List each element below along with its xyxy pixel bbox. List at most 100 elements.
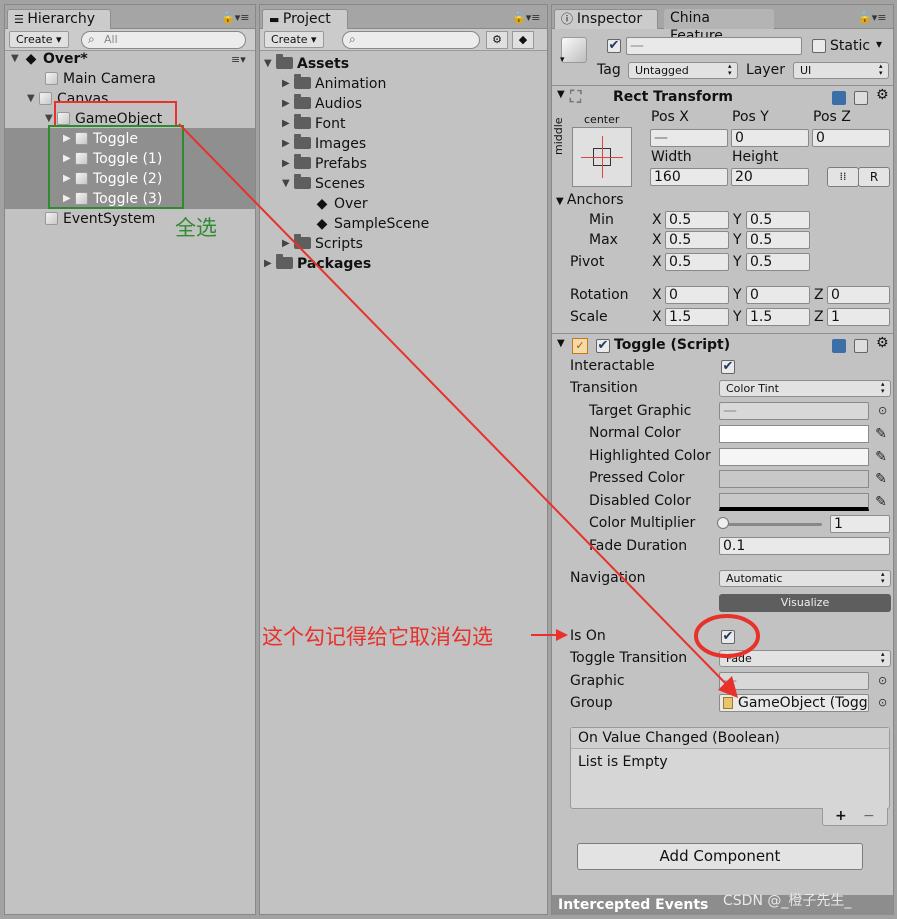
- width-field[interactable]: 160: [650, 168, 728, 186]
- project-item-samplescene[interactable]: ◆ SampleScene: [314, 214, 430, 234]
- active-checkbox[interactable]: ✔: [607, 39, 621, 53]
- tab-project[interactable]: ▬ Project: [262, 9, 348, 29]
- expand-arrow-icon[interactable]: ▶: [264, 254, 276, 274]
- fade-duration-field[interactable]: 0.1: [719, 537, 890, 555]
- project-item-assets[interactable]: ▼ Assets: [264, 54, 349, 74]
- expand-arrow-icon[interactable]: ▼: [264, 54, 276, 74]
- expand-arrow-icon[interactable]: ▼: [282, 174, 294, 194]
- project-item-audios[interactable]: ▶ Audios: [282, 94, 362, 114]
- project-create-button[interactable]: Create ▾: [264, 31, 324, 48]
- group-field[interactable]: GameObject (Togg: [719, 694, 869, 712]
- lock-menu-icon[interactable]: 🔒▾≡: [512, 11, 540, 24]
- add-component-button[interactable]: Add Component: [577, 843, 863, 870]
- project-item-over[interactable]: ◆ Over: [314, 194, 368, 214]
- object-picker-icon[interactable]: ⊙: [878, 696, 887, 709]
- min-x-field[interactable]: 0.5: [665, 211, 729, 229]
- visualize-button[interactable]: Visualize: [719, 594, 891, 612]
- rotation-x-field[interactable]: 0: [665, 286, 729, 304]
- normal-color-swatch[interactable]: [719, 425, 869, 443]
- pivot-x-field[interactable]: 0.5: [665, 253, 729, 271]
- scale-x-field[interactable]: 1.5: [665, 308, 729, 326]
- pressed-color-swatch[interactable]: [719, 470, 869, 488]
- graphic-field[interactable]: —: [719, 672, 869, 690]
- project-item-prefabs[interactable]: ▶ Prefabs: [282, 154, 367, 174]
- project-item-scenes[interactable]: ▼ Scenes: [282, 174, 365, 194]
- project-item-animation[interactable]: ▶ Animation: [282, 74, 386, 94]
- project-item-scripts[interactable]: ▶ Scripts: [282, 234, 363, 254]
- scene-menu-icon[interactable]: ≡▾: [231, 53, 246, 66]
- blueprint-mode-button[interactable]: ⁞⁞: [827, 167, 859, 187]
- toggle-enabled-checkbox[interactable]: ✔: [596, 339, 610, 353]
- color-multiplier-field[interactable]: 1: [830, 515, 890, 533]
- preset-icon[interactable]: [854, 339, 868, 353]
- rotation-y-field[interactable]: 0: [746, 286, 810, 304]
- settings-gear-icon[interactable]: ⚙: [876, 335, 889, 351]
- transition-dropdown[interactable]: Color Tint: [719, 380, 891, 397]
- min-y-field[interactable]: 0.5: [746, 211, 810, 229]
- project-item-images[interactable]: ▶ Images: [282, 134, 366, 154]
- lock-menu-icon[interactable]: 🔒▾≡: [858, 11, 886, 24]
- expand-arrow-icon[interactable]: ▼: [27, 89, 39, 109]
- hierarchy-item-main-camera[interactable]: Main Camera: [45, 69, 156, 89]
- lock-menu-icon[interactable]: 🔒▾≡: [221, 11, 249, 24]
- toggle-transition-dropdown[interactable]: Fade: [719, 650, 891, 667]
- collapse-arrow-icon[interactable]: ▼: [557, 338, 565, 349]
- filter-type-icon[interactable]: ⚙: [486, 31, 508, 49]
- tab-hierarchy[interactable]: ☰ Hierarchy: [7, 9, 111, 29]
- max-x-field[interactable]: 0.5: [665, 231, 729, 249]
- help-book-icon[interactable]: [832, 339, 846, 353]
- icon-dropdown-arrow[interactable]: ▾: [560, 55, 565, 65]
- help-book-icon[interactable]: [832, 91, 846, 105]
- collapse-arrow-icon[interactable]: ▼: [556, 196, 567, 207]
- posy-field[interactable]: 0: [731, 129, 809, 147]
- disabled-color-swatch[interactable]: [719, 493, 869, 511]
- expand-arrow-icon[interactable]: ▶: [282, 94, 294, 114]
- static-dropdown-icon[interactable]: ▾: [876, 37, 882, 51]
- remove-event-button[interactable]: −: [863, 808, 875, 824]
- expand-arrow-icon[interactable]: ▶: [282, 154, 294, 174]
- eyedropper-icon[interactable]: ✎: [873, 493, 889, 511]
- rotation-z-field[interactable]: 0: [827, 286, 890, 304]
- highlighted-color-swatch[interactable]: [719, 448, 869, 466]
- layer-dropdown[interactable]: UI: [793, 62, 889, 79]
- expand-arrow-icon[interactable]: ▶: [282, 74, 294, 94]
- hierarchy-item-eventsystem[interactable]: EventSystem: [45, 209, 155, 229]
- anchors-label[interactable]: ▼ Anchors: [556, 191, 624, 211]
- max-y-field[interactable]: 0.5: [746, 231, 810, 249]
- expand-arrow-icon[interactable]: ▶: [282, 234, 294, 254]
- expand-arrow-icon[interactable]: ▶: [282, 114, 294, 134]
- navigation-dropdown[interactable]: Automatic: [719, 570, 891, 587]
- pivot-y-field[interactable]: 0.5: [746, 253, 810, 271]
- interactable-checkbox[interactable]: ✔: [721, 360, 735, 374]
- target-graphic-field[interactable]: —: [719, 402, 869, 420]
- object-picker-icon[interactable]: ⊙: [878, 404, 887, 417]
- tab-china-feature[interactable]: China Feature: [664, 9, 774, 44]
- expand-arrow-icon[interactable]: ▶: [282, 134, 294, 154]
- rect-transform-header[interactable]: ▼ ⛶ Rect Transform ⚙: [552, 87, 893, 109]
- add-event-button[interactable]: +: [835, 808, 847, 824]
- expand-arrow-icon[interactable]: ▼: [11, 49, 23, 69]
- hierarchy-search-input[interactable]: ⌕ All: [81, 31, 246, 49]
- toggle-script-header[interactable]: ▼ ✓ ✔ Toggle (Script) ⚙: [552, 335, 893, 357]
- posz-field[interactable]: 0: [812, 129, 890, 147]
- height-field[interactable]: 20: [731, 168, 809, 186]
- static-checkbox[interactable]: [812, 39, 826, 53]
- hierarchy-create-button[interactable]: Create ▾: [9, 31, 69, 48]
- filter-label-icon[interactable]: ◆: [512, 31, 534, 49]
- color-multiplier-slider-thumb[interactable]: [717, 517, 729, 529]
- tag-dropdown[interactable]: Untagged: [628, 62, 738, 79]
- object-picker-icon[interactable]: ⊙: [878, 674, 887, 687]
- tab-inspector[interactable]: ⓘ Inspector: [554, 9, 658, 29]
- eyedropper-icon[interactable]: ✎: [873, 470, 889, 488]
- scale-y-field[interactable]: 1.5: [746, 308, 810, 326]
- eyedropper-icon[interactable]: ✎: [873, 448, 889, 466]
- anchor-presets-button[interactable]: [572, 127, 632, 187]
- settings-gear-icon[interactable]: ⚙: [876, 87, 889, 103]
- project-item-packages[interactable]: ▶ Packages: [264, 254, 371, 274]
- scale-z-field[interactable]: 1: [827, 308, 890, 326]
- posx-field[interactable]: —: [650, 129, 728, 147]
- scene-row[interactable]: ▼ ◆ Over*: [11, 49, 88, 69]
- is-on-checkbox[interactable]: ✔: [721, 630, 735, 644]
- preset-icon[interactable]: [854, 91, 868, 105]
- object-name-field[interactable]: —: [626, 37, 802, 55]
